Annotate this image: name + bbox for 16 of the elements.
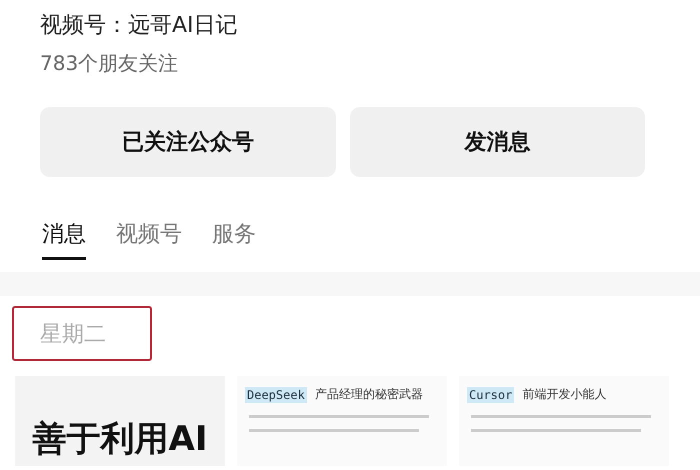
tab[interactable]: 服务 xyxy=(212,219,256,260)
tab[interactable]: 视频号 xyxy=(116,219,182,260)
date-label: 星期二 xyxy=(40,320,106,348)
followed-button[interactable]: 已关注公众号 xyxy=(40,107,336,177)
follower-count: 783个朋友关注 xyxy=(40,50,180,77)
article-tag: DeepSeek xyxy=(245,386,307,402)
article-card[interactable]: DeepSeek 产品经理的秘密武器 xyxy=(237,376,447,466)
article-card[interactable]: 善于利用AI xyxy=(15,376,225,466)
article-title: 善于利用AI xyxy=(32,418,208,461)
article-title: 产品经理的秘密武器 xyxy=(314,386,423,403)
article-card[interactable]: Cursor 前端开发小能人 xyxy=(459,376,669,466)
article-title: 前端开发小能人 xyxy=(522,386,606,403)
message-button[interactable]: 发消息 xyxy=(350,107,645,177)
channel-name: 视频号：远哥AI日记 xyxy=(40,12,239,40)
article-tag: Cursor xyxy=(467,386,514,402)
tab[interactable]: 消息 xyxy=(42,219,86,260)
